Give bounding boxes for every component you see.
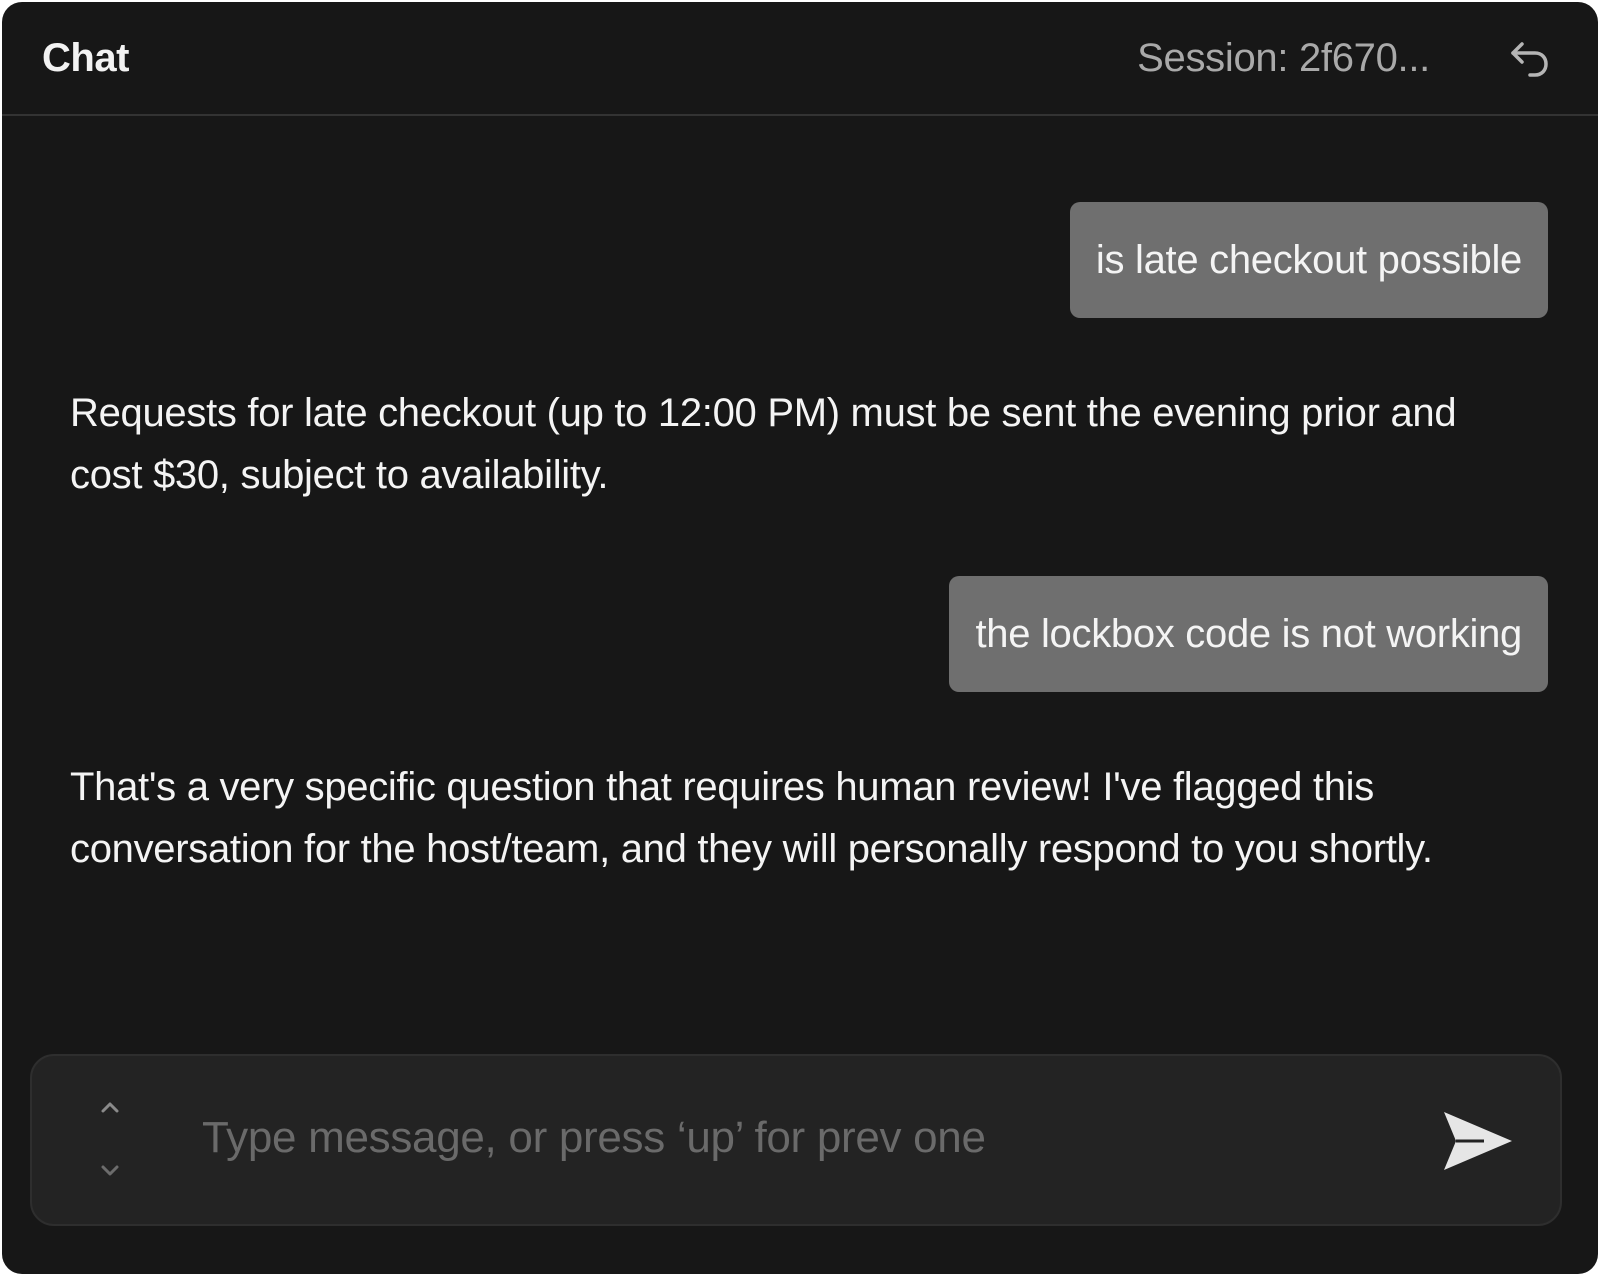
session-label: Session: 2f670... (1137, 36, 1430, 80)
chat-header: Chat Session: 2f670... (2, 2, 1598, 116)
history-up-button[interactable] (92, 1092, 128, 1122)
assistant-message: That's a very specific question that req… (70, 765, 1433, 871)
user-message: is late checkout possible (1069, 202, 1548, 318)
chat-title: Chat (42, 36, 129, 80)
undo-button[interactable] (1508, 38, 1552, 82)
user-message: the lockbox code is not working (949, 576, 1548, 692)
history-down-button[interactable] (92, 1156, 128, 1186)
message-input[interactable] (200, 1102, 1360, 1174)
message-list: is late checkout possible Requests for l… (2, 118, 1598, 1048)
send-button[interactable] (1440, 1108, 1516, 1174)
send-icon (1444, 1112, 1512, 1170)
chat-window: Chat Session: 2f670... is late checkout … (2, 2, 1598, 1274)
message-composer (30, 1054, 1562, 1226)
undo-arrow-icon (1511, 42, 1548, 77)
chevron-up-icon (101, 1102, 119, 1113)
assistant-message: Requests for late checkout (up to 12:00 … (70, 391, 1457, 497)
chevron-down-icon (101, 1165, 119, 1176)
